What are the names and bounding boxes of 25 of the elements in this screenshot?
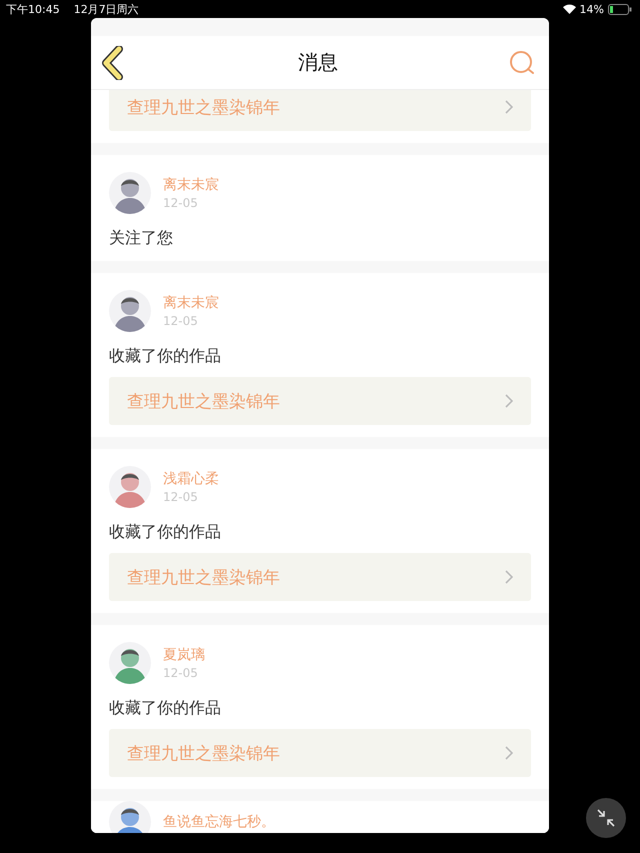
user-name[interactable]: 夏岚璃	[163, 646, 205, 664]
status-date: 12月7日周六	[74, 2, 139, 16]
message-text: 收藏了你的作品	[109, 345, 222, 367]
battery-percent: 14%	[580, 2, 604, 16]
chevron-right-icon	[505, 570, 513, 584]
chevron-right-icon	[505, 100, 513, 114]
user-name[interactable]: 浅霜心柔	[163, 470, 219, 488]
work-link[interactable]: 查理九世之墨染锦年	[109, 729, 531, 777]
message-text: 收藏了你的作品	[109, 697, 222, 719]
message-text: 关注了您	[109, 227, 174, 249]
status-time: 下午10:45	[6, 2, 60, 16]
work-link[interactable]: 查理九世之墨染锦年	[109, 553, 531, 601]
chevron-right-icon	[505, 746, 513, 760]
message-text: 收藏了你的作品	[109, 521, 222, 543]
battery-icon	[608, 4, 632, 14]
work-link[interactable]: 查理九世之墨染锦年	[109, 377, 531, 425]
user-name[interactable]: 离末未宸	[163, 294, 219, 312]
collapse-icon	[596, 808, 616, 828]
chevron-right-icon	[505, 394, 513, 408]
user-name[interactable]: 离末未宸	[163, 176, 219, 194]
collapse-button[interactable]	[586, 798, 626, 838]
work-link[interactable]: 查理九世之墨染锦年	[109, 90, 531, 131]
user-name[interactable]: 鱼说鱼忘海七秒。	[163, 813, 275, 831]
page-title: 消息	[298, 49, 338, 76]
wifi-icon	[562, 4, 576, 14]
